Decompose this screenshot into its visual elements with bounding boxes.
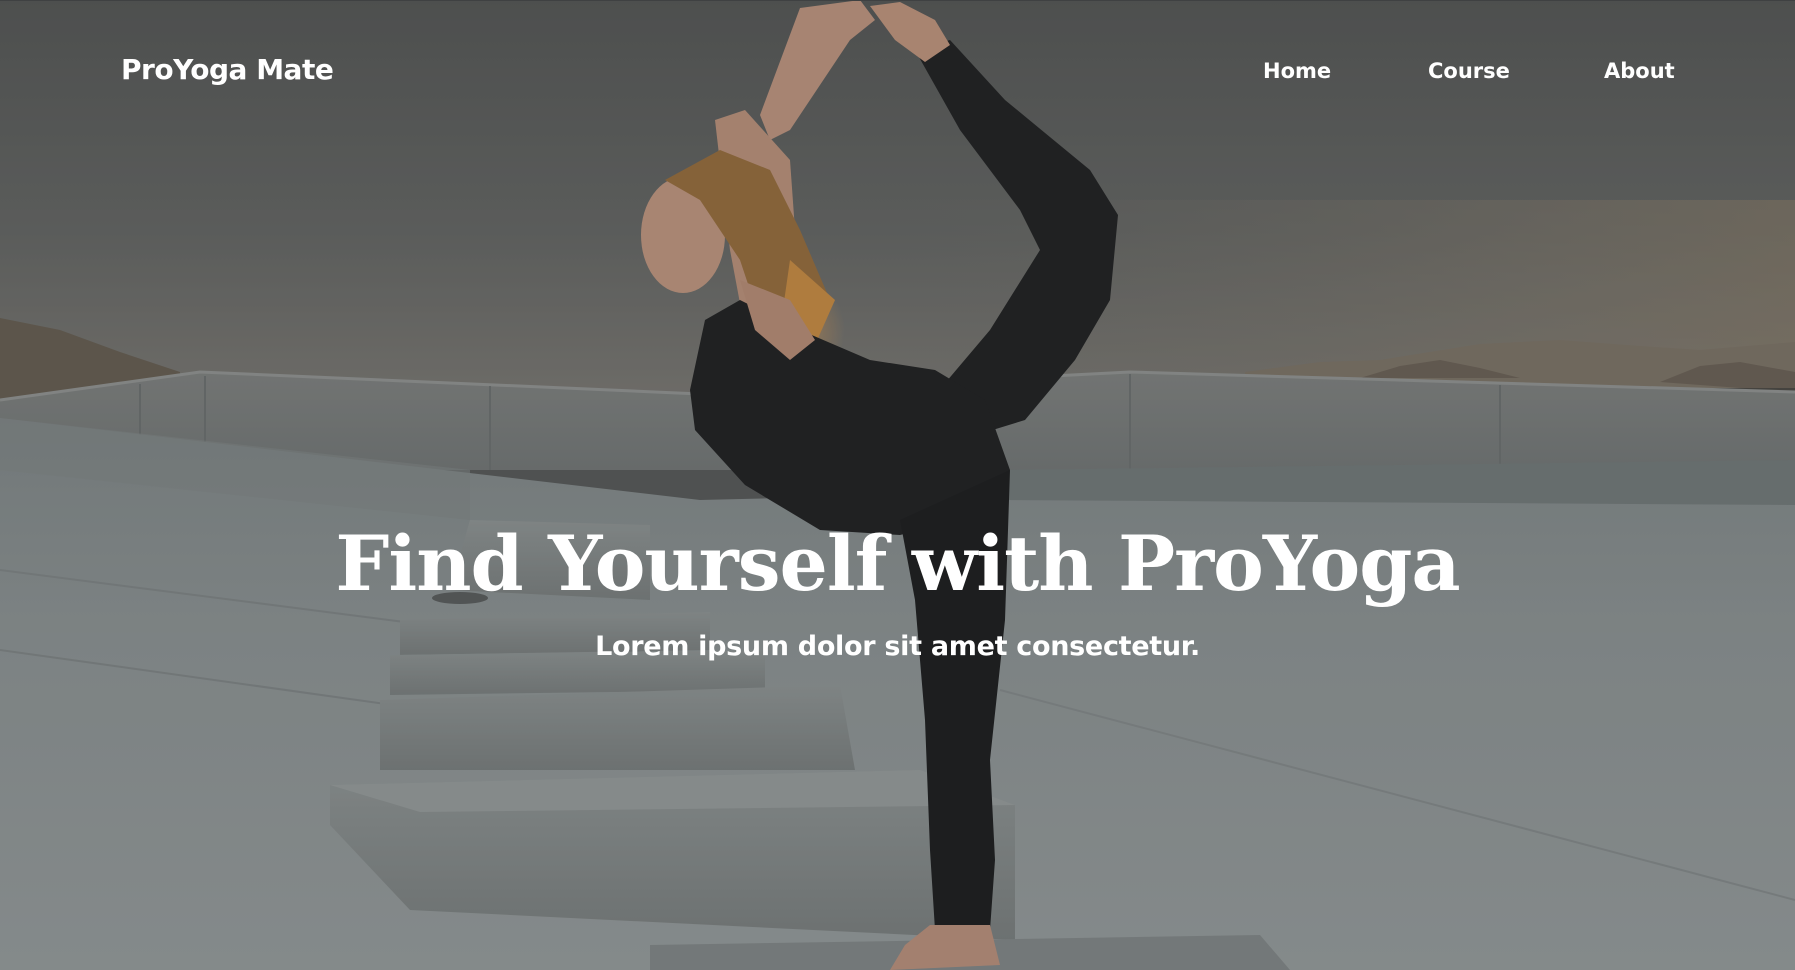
hero-section: ProYoga Mate Home Course About Find Your…	[0, 0, 1795, 970]
nav-link-about[interactable]: About	[1604, 56, 1675, 86]
hero-background-image	[0, 0, 1795, 970]
hero-title: Find Yourself with ProYoga	[335, 519, 1460, 608]
nav-links: Home Course About	[0, 56, 1795, 86]
nav-link-home[interactable]: Home	[1263, 56, 1331, 86]
hero-subtitle: Lorem ipsum dolor sit amet consectetur.	[595, 631, 1200, 662]
top-navbar: ProYoga Mate Home Course About	[0, 0, 1795, 140]
nav-link-course[interactable]: Course	[1428, 56, 1510, 86]
